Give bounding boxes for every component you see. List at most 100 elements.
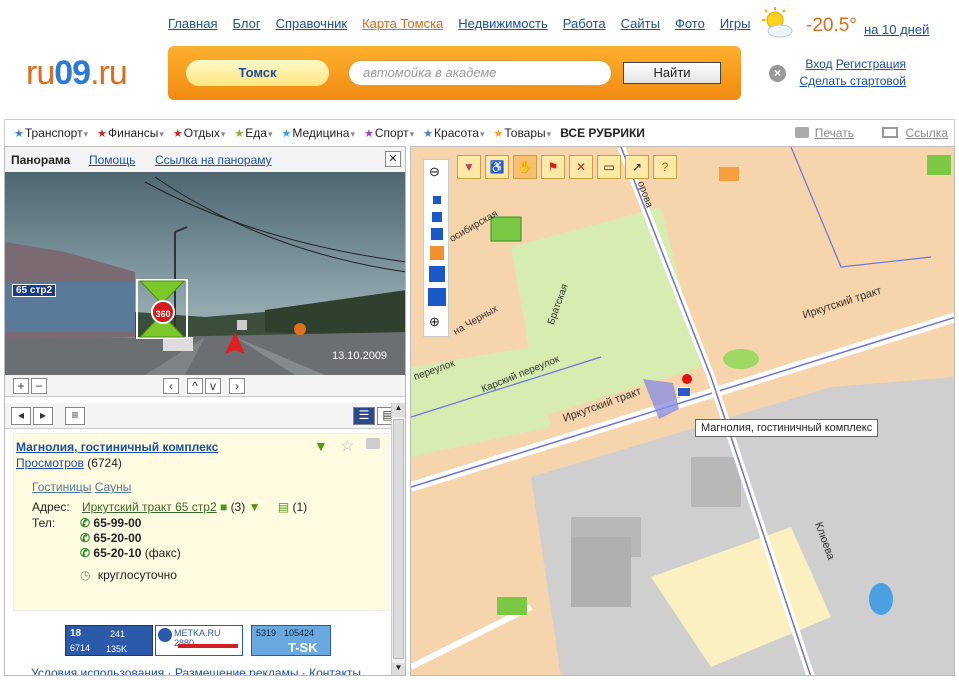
map-toolbar: ▼ ♿ ✋ ⚑ ✕ ▭ ↗ ?: [457, 155, 677, 179]
zoom-level[interactable]: [433, 196, 441, 204]
rubric-food[interactable]: ★Еда▾: [234, 126, 272, 140]
ruler-icon[interactable]: ▭: [597, 155, 621, 179]
place-name[interactable]: Магнолия, гостиничный комплекс: [16, 440, 218, 454]
star-icon: ★: [423, 128, 434, 140]
hand-icon[interactable]: ✋: [513, 155, 537, 179]
chevron-down-icon: ▾: [220, 129, 226, 139]
category-saunas[interactable]: Сауны: [95, 480, 132, 494]
lamp-icon[interactable]: ▼: [314, 438, 328, 454]
site-logo[interactable]: ru09.ru: [26, 54, 128, 93]
zoom-in-icon[interactable]: +: [13, 378, 29, 394]
zoom-in-magnifier-icon[interactable]: ⊕: [429, 314, 440, 330]
chevron-down-icon: ▾: [267, 129, 273, 139]
phone-3: 65-20-10: [93, 546, 142, 560]
nav-sites[interactable]: Сайты: [621, 16, 660, 31]
nav-photo[interactable]: Фото: [675, 16, 705, 31]
views-link[interactable]: Просмотров: [16, 456, 84, 470]
rubric-all[interactable]: ВСЕ РУБРИКИ: [560, 126, 645, 140]
rubric-leisure[interactable]: ★Отдых▾: [173, 126, 225, 140]
scrollbar[interactable]: ▲ ▼: [391, 403, 405, 675]
scroll-thumb[interactable]: [393, 419, 404, 659]
flag-icon[interactable]: ⚑: [541, 155, 565, 179]
notes-count: (1): [292, 500, 308, 514]
counter-value: 241: [110, 629, 126, 639]
comment-icon[interactable]: [366, 438, 380, 449]
pan-down-icon[interactable]: v: [205, 378, 221, 394]
nav-home[interactable]: Главная: [168, 16, 217, 31]
nav-games[interactable]: Игры: [720, 16, 751, 31]
panorama-360-button[interactable]: 360: [151, 300, 175, 324]
address-link[interactable]: Иркутский тракт 65 стр2: [82, 500, 217, 514]
place-card: Магнолия, гостиничный комплекс ▼ ☆ Просм…: [13, 433, 389, 611]
rubric-goods[interactable]: ★Товары▾: [494, 126, 552, 140]
close-icon[interactable]: ✕: [385, 151, 401, 167]
arrow-icon[interactable]: ↗: [625, 155, 649, 179]
counter-metka[interactable]: METKA.RU 2880: [155, 625, 243, 656]
city-selector[interactable]: Томск: [186, 60, 329, 86]
pan-right-icon[interactable]: ›: [229, 378, 245, 394]
star-icon: ★: [493, 128, 504, 140]
footer-links[interactable]: Условия использования · Размещение рекла…: [31, 666, 361, 675]
counter-value: 105424: [284, 628, 315, 638]
scroll-up-icon[interactable]: ▲: [392, 403, 405, 417]
list-return-icon[interactable]: ≡: [65, 407, 85, 425]
panorama-share-link[interactable]: Ссылка на панораму: [155, 153, 272, 167]
counter-tsk[interactable]: 5319 105424 T-SK: [251, 625, 331, 656]
search-placeholder: автомойка в академе: [363, 65, 497, 80]
make-start-page-link[interactable]: Сделать стартовой: [799, 74, 906, 88]
panorama-view[interactable]: 65 стр2 360 13.10.2009: [5, 172, 405, 375]
flag-remove-icon[interactable]: ✕: [569, 155, 593, 179]
rubric-label: Товары: [504, 126, 546, 140]
clear-icon[interactable]: ×: [769, 65, 786, 82]
print-link[interactable]: Печать: [794, 126, 854, 140]
help-icon[interactable]: ?: [653, 155, 677, 179]
category-hotels[interactable]: Гостиницы: [32, 480, 91, 494]
accessibility-icon[interactable]: ♿: [485, 155, 509, 179]
nav-jobs[interactable]: Работа: [563, 16, 606, 31]
zoom-level-current[interactable]: [430, 246, 444, 260]
share-link[interactable]: Ссылка: [881, 126, 948, 140]
camera-icon[interactable]: ■: [220, 500, 227, 514]
rubric-medicine[interactable]: ★Медицина▾: [281, 126, 355, 140]
favorite-star-icon[interactable]: ☆: [340, 436, 354, 456]
zoom-level[interactable]: [432, 212, 442, 222]
zoom-out-icon[interactable]: −: [31, 378, 47, 394]
map-view[interactable]: Иркутский тракт Иркутский тракт Клюева К…: [410, 146, 955, 676]
nav-directory[interactable]: Справочник: [276, 16, 348, 31]
counter-liveinternet[interactable]: 18 241 6714 135K: [65, 625, 153, 656]
phone-2: 65-20-00: [93, 531, 142, 545]
camera-marker-icon[interactable]: [677, 387, 691, 397]
rubric-sport[interactable]: ★Спорт▾: [364, 126, 414, 140]
rubric-finance[interactable]: ★Финансы▾: [97, 126, 164, 140]
scroll-down-icon[interactable]: ▼: [392, 663, 405, 675]
zoom-level[interactable]: [428, 288, 446, 306]
forward-arrow-icon[interactable]: ▸: [33, 407, 53, 425]
zoom-level[interactable]: [429, 266, 445, 282]
search-button[interactable]: Найти: [623, 62, 721, 84]
rubric-transport[interactable]: ★Транспорт▾: [14, 126, 88, 140]
pan-left-icon[interactable]: ‹: [163, 378, 179, 394]
nav-map[interactable]: Карта Томска: [362, 16, 443, 31]
zoom-out-magnifier-icon[interactable]: ⊖: [429, 164, 440, 180]
phone-icon: ✆: [80, 546, 91, 560]
list-view-icon[interactable]: ☰: [353, 407, 375, 425]
nav-realty[interactable]: Недвижимость: [458, 16, 547, 31]
rubric-beauty[interactable]: ★Красота▾: [423, 126, 484, 140]
clock-icon: ◷: [80, 568, 91, 582]
panorama-help-link[interactable]: Помощь: [89, 153, 135, 167]
weather-widget: -20.5° на 10 дней: [758, 6, 958, 42]
notes-icon[interactable]: ▤: [278, 500, 289, 514]
login-link[interactable]: Вход: [805, 57, 832, 71]
zoom-level[interactable]: [431, 228, 443, 240]
filter-icon[interactable]: ▼: [457, 155, 481, 179]
register-link[interactable]: Регистрация: [836, 57, 906, 71]
search-input[interactable]: автомойка в академе ×: [348, 60, 786, 86]
forecast-link[interactable]: на 10 дней: [864, 22, 929, 37]
pan-up-icon[interactable]: ^: [187, 378, 203, 394]
nav-blog[interactable]: Блог: [232, 16, 260, 31]
back-arrow-icon[interactable]: ◂: [11, 407, 31, 425]
list-toolbar: ◂ ▸ ≡ ☰ ▤: [5, 403, 405, 429]
counter-bar: [178, 644, 238, 648]
chevron-down-icon: ▾: [83, 129, 89, 139]
counter-value: 6714: [70, 643, 91, 653]
